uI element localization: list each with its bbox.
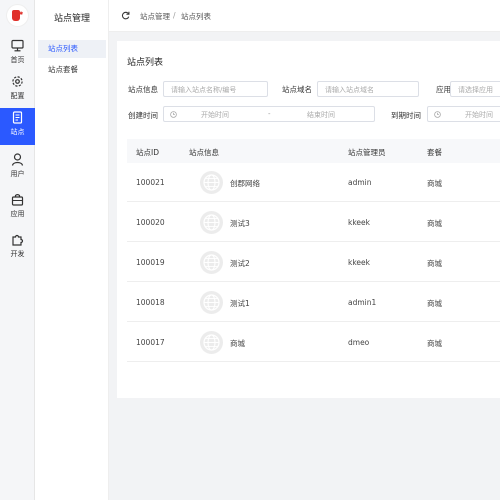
rail-item-label: 应用 [10, 210, 25, 218]
site-logo-globe-icon [200, 291, 223, 314]
cell-site-name: 创郡网络 [230, 179, 260, 188]
expire-start-placeholder: 开始时间 [465, 111, 493, 119]
cell-plan: 商城 [427, 219, 442, 228]
rail-item-label: 首页 [10, 56, 25, 64]
rail-item-user[interactable]: 用户 [0, 150, 35, 187]
cell-site-id: 100020 [136, 218, 165, 227]
table-header: 站点ID 站点信息 站点管理员 套餐 [127, 139, 500, 163]
cell-site-id: 100019 [136, 258, 165, 267]
table-row[interactable]: 100018 测试1 admin1 商城 [127, 283, 500, 322]
cell-site-id: 100017 [136, 338, 165, 347]
cell-site-admin: dmeo [348, 338, 370, 347]
cell-plan: 商城 [427, 339, 442, 348]
rail-item-config[interactable]: 配置 [0, 72, 35, 109]
column-header-site-info: 站点信息 [189, 148, 219, 157]
table-row[interactable]: 100017 商城 dmeo 商城 [127, 323, 500, 362]
cell-site-name: 测试2 [230, 259, 250, 268]
sub-sidebar: 站点管理 站点列表 站点套餐 [35, 0, 109, 500]
table-row[interactable]: 100019 测试2 kkeek 商城 [127, 243, 500, 282]
logo-mark: ✱ [19, 11, 24, 17]
cell-site-admin: kkeek [348, 218, 370, 227]
site-logo-globe-icon [200, 211, 223, 234]
bag-icon [11, 194, 24, 206]
rail-item-label: 用户 [10, 170, 25, 178]
site-list-card: 站点列表 站点信息 请输入站点名称/编号 站点域名 请输入站点域名 应用 请选择… [117, 41, 500, 398]
created-time-label: 创建时间 [128, 111, 158, 120]
clock-icon [170, 111, 177, 118]
app-logo[interactable]: ✱ [7, 5, 28, 26]
created-end-placeholder: 结束时间 [307, 111, 335, 119]
rail-item-dev[interactable]: 开发 [0, 230, 35, 267]
cell-plan: 商城 [427, 179, 442, 188]
rail-item-label: 站点 [10, 128, 25, 136]
site-domain-label: 站点域名 [282, 85, 312, 94]
cell-site-name: 测试1 [230, 299, 250, 308]
column-header-site-id: 站点ID [136, 148, 159, 157]
rail-item-home[interactable]: 首页 [0, 36, 35, 73]
breadcrumb-item[interactable]: 站点管理 [140, 11, 170, 22]
subnav-item-site-plan[interactable]: 站点套餐 [38, 61, 106, 79]
cell-site-id: 100018 [136, 298, 165, 307]
column-header-plan: 套餐 [427, 148, 442, 157]
site-logo-globe-icon [200, 171, 223, 194]
page-title: 站点列表 [127, 58, 164, 68]
puzzle-icon [12, 234, 24, 246]
cell-site-name: 测试3 [230, 219, 250, 228]
refresh-icon[interactable] [121, 11, 130, 20]
site-domain-placeholder: 请输入站点域名 [325, 86, 374, 94]
cell-site-admin: admin1 [348, 298, 377, 307]
site-info-placeholder: 请输入站点名称/编号 [171, 86, 237, 94]
icon-rail: ✱ 首页 配置 站点 用户 应用 开发 [0, 0, 35, 500]
cell-site-admin: admin [348, 178, 372, 187]
table-row[interactable]: 100021 创郡网络 admin 商城 [127, 163, 500, 202]
cell-plan: 商城 [427, 299, 442, 308]
breadcrumb-item-current: 站点列表 [181, 12, 211, 21]
expire-time-range-picker[interactable]: 开始时间 [427, 106, 500, 122]
subnav-item-site-list[interactable]: 站点列表 [38, 40, 106, 58]
table-row[interactable]: 100020 测试3 kkeek 商城 [127, 203, 500, 242]
app-select-placeholder: 请选择应用 [458, 86, 493, 94]
site-info-label: 站点信息 [128, 85, 158, 94]
created-time-range-picker[interactable]: 开始时间 - 结束时间 [163, 106, 375, 122]
rail-item-label: 配置 [10, 92, 25, 100]
site-info-input[interactable]: 请输入站点名称/编号 [163, 81, 268, 97]
monitor-icon [11, 39, 24, 52]
gear-icon [12, 76, 23, 87]
created-start-placeholder: 开始时间 [201, 111, 229, 119]
range-separator: - [268, 110, 271, 118]
rail-item-label: 开发 [10, 250, 25, 258]
cell-site-name: 商城 [230, 339, 245, 348]
column-header-site-admin: 站点管理员 [348, 148, 386, 157]
app-select[interactable]: 请选择应用 [450, 81, 500, 97]
cell-site-id: 100021 [136, 178, 165, 187]
user-icon [11, 153, 24, 166]
cell-site-admin: kkeek [348, 258, 370, 267]
subnav-title: 站点管理 [53, 14, 90, 24]
cell-plan: 商城 [427, 259, 442, 268]
document-icon [12, 111, 23, 124]
rail-item-app[interactable]: 应用 [0, 190, 35, 227]
breadcrumb-separator: / [173, 11, 176, 20]
site-domain-input[interactable]: 请输入站点域名 [317, 81, 419, 97]
clock-icon [434, 111, 441, 118]
expire-time-label: 到期时间 [391, 111, 421, 120]
site-logo-globe-icon [200, 251, 223, 274]
top-bar: 站点管理 / 站点列表 [109, 0, 500, 32]
site-logo-globe-icon [200, 331, 223, 354]
app-label: 应用 [436, 85, 451, 94]
rail-item-site[interactable]: 站点 [0, 108, 35, 145]
